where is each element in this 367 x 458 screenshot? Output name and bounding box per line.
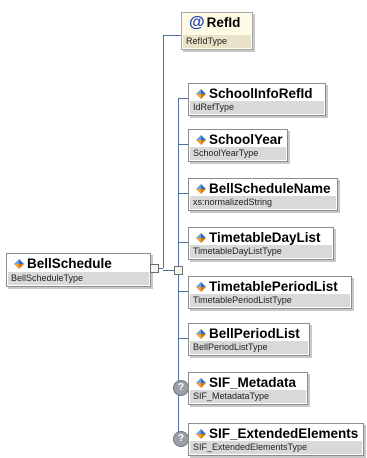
root-element-node[interactable]: BellSchedule BellScheduleType [6, 253, 151, 287]
child-type: IdRefType [190, 101, 324, 114]
optional-question-icon: ? [173, 380, 189, 396]
element-icon [196, 378, 206, 388]
child-node-bellperiodlist[interactable]: BellPeriodList BellPeriodListType [188, 323, 310, 356]
child-node-schoolyear[interactable]: SchoolYear SchoolYearType [188, 129, 288, 162]
connector-child-2 [178, 193, 188, 194]
child-node-bellschedulename[interactable]: BellScheduleName xs:normalizedString [188, 178, 338, 211]
root-element-type: BellScheduleType [8, 272, 149, 285]
child-node-timetabledaylist[interactable]: TimetableDayList TimetableDayListType [188, 227, 334, 260]
element-icon [196, 329, 206, 339]
child-node-sif-metadata[interactable]: SIF_Metadata SIF_MetadataType [188, 372, 308, 405]
child-name: SchoolYear [209, 132, 283, 147]
child-type: BellPeriodListType [190, 341, 308, 354]
connector-attribute [163, 35, 181, 36]
child-type: xs:normalizedString [190, 196, 336, 209]
sequence-collapse-toggle[interactable] [174, 266, 183, 275]
child-node-schoolinforefid[interactable]: SchoolInfoRefId IdRefType [188, 83, 326, 116]
element-icon [196, 135, 206, 145]
child-name: SIF_ExtendedElements [209, 426, 359, 441]
connector-child-1 [178, 144, 188, 145]
child-node-sif-extendedelements[interactable]: SIF_ExtendedElements SIF_ExtendedElement… [188, 423, 364, 456]
element-icon [196, 429, 206, 439]
attribute-at-icon: @ [189, 14, 205, 31]
element-icon [196, 233, 206, 243]
element-icon [14, 259, 24, 269]
connector-child-0 [178, 98, 188, 99]
child-name: TimetablePeriodList [209, 279, 338, 294]
child-type: TimetablePeriodListType [190, 294, 350, 307]
connector-child-5 [178, 338, 188, 339]
child-name: SchoolInfoRefId [209, 86, 313, 101]
element-icon [196, 184, 206, 194]
child-node-timetableperiodlist[interactable]: TimetablePeriodList TimetablePeriodListT… [188, 276, 352, 309]
element-icon [196, 89, 206, 99]
root-element-name: BellSchedule [14, 256, 112, 271]
child-type: SIF_ExtendedElementsType [190, 441, 362, 454]
connector-trunk-vertical [163, 35, 164, 268]
child-name: TimetableDayList [209, 230, 321, 245]
connector-child-3 [178, 242, 188, 243]
child-type: SchoolYearType [190, 147, 286, 160]
child-type: SIF_MetadataType [190, 390, 306, 403]
child-name: BellScheduleName [209, 181, 331, 196]
connector-child-4 [178, 291, 188, 292]
attribute-type: RefIdType [183, 35, 251, 48]
optional-question-icon: ? [173, 431, 189, 447]
element-icon [196, 282, 206, 292]
attribute-name: @ RefId [189, 14, 241, 31]
attribute-node-refid[interactable]: @ RefId RefIdType [181, 12, 253, 50]
child-name: SIF_Metadata [209, 375, 297, 390]
child-type: TimetableDayListType [190, 245, 332, 258]
child-name: BellPeriodList [209, 326, 300, 341]
root-collapse-toggle[interactable] [150, 264, 159, 273]
